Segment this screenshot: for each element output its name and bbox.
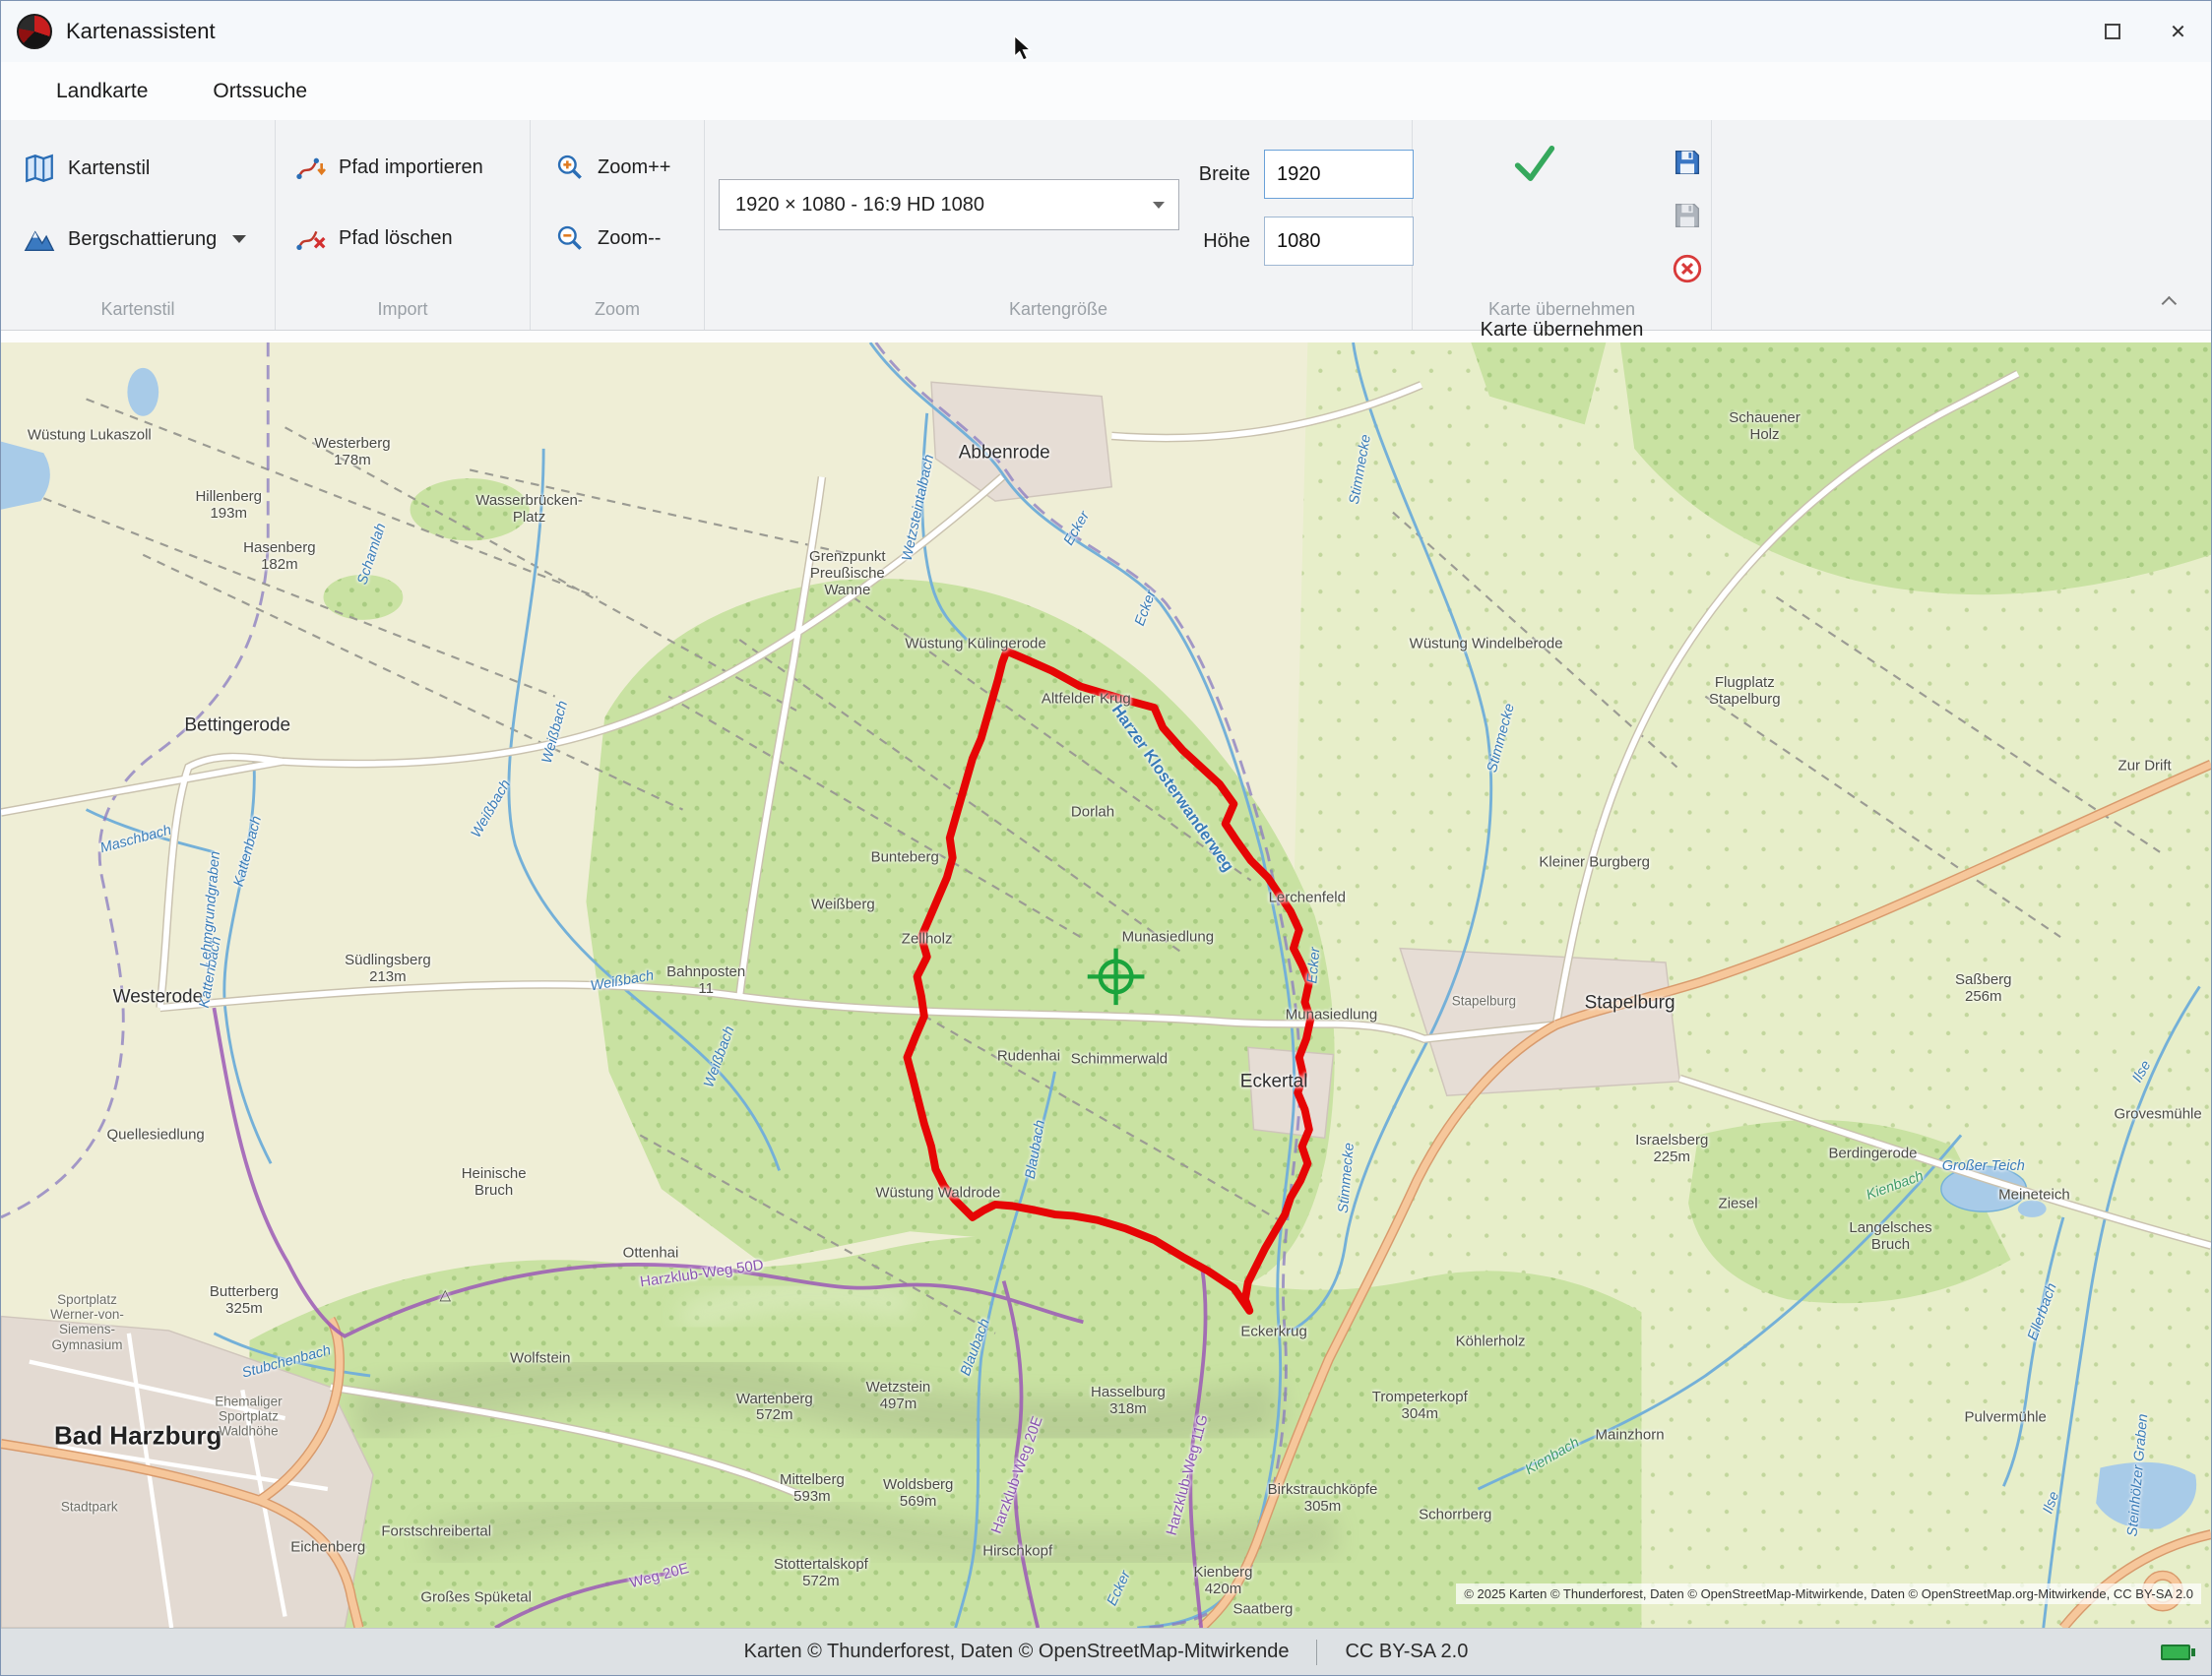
breite-input[interactable]	[1264, 150, 1414, 199]
cancel-button[interactable]	[1671, 252, 1704, 288]
map-size-select[interactable]: 1920 × 1080 - 16:9 HD 1080	[719, 179, 1179, 230]
maximize-icon	[2105, 24, 2120, 39]
apply-map-button[interactable]	[1507, 138, 1562, 192]
map-attribution: © 2025 Karten © Thunderforest, Daten © O…	[1456, 1583, 2201, 1604]
breite-label: Breite	[1175, 163, 1250, 186]
ribbon: Kartenstil Bergschattierung Kartenstil	[1, 120, 2211, 331]
mountain-icon	[23, 222, 56, 256]
hoehe-input[interactable]	[1264, 217, 1414, 266]
maximize-button[interactable]	[2079, 1, 2145, 62]
status-divider	[1316, 1640, 1317, 1665]
zoom-out-button[interactable]: Zoom--	[554, 222, 661, 254]
ribbon-group-kartenstil: Kartenstil Bergschattierung Kartenstil	[1, 120, 276, 330]
path-delete-icon	[295, 222, 327, 254]
chevron-down-icon	[232, 235, 246, 243]
ribbon-group-uebernehmen: Karte übernehmen und schließen Karte übe…	[1413, 120, 1712, 330]
group-label-kartenstil: Kartenstil	[1, 299, 275, 320]
ribbon-map-gap	[1, 331, 2211, 342]
zoom-in-button[interactable]: Zoom++	[554, 152, 670, 183]
map-icon	[23, 152, 56, 185]
group-label-uebernehmen: Karte übernehmen	[1413, 299, 1711, 320]
ribbon-group-kartengroesse: 1920 × 1080 - 16:9 HD 1080 Breite Höhe K…	[705, 120, 1413, 330]
collapse-ribbon-button[interactable]	[2158, 292, 2183, 312]
map-canvas[interactable]: Wüstung LukaszollWesterberg 178mHillenbe…	[1, 342, 2211, 1628]
hoehe-label: Höhe	[1175, 230, 1250, 253]
checkmark-icon	[1507, 138, 1562, 189]
app-window: Kartenassistent ✕ Landkarte Ortssuche Ka…	[0, 0, 2212, 1676]
ribbon-group-save	[1712, 120, 2211, 330]
zoom-in-icon	[554, 152, 586, 183]
kartenstil-button[interactable]: Kartenstil	[23, 152, 150, 185]
tab-landkarte[interactable]: Landkarte	[52, 72, 152, 111]
group-label-zoom: Zoom	[531, 299, 704, 320]
battery-icon	[2161, 1645, 2195, 1660]
pfad-importieren-button[interactable]: Pfad importieren	[295, 152, 483, 183]
chevron-down-icon	[1153, 202, 1165, 209]
cancel-circle-icon	[1671, 252, 1704, 285]
ribbon-group-import: Pfad importieren Pfad löschen Import	[276, 120, 531, 330]
status-bar: Karten © Thunderforest, Daten © OpenStre…	[1, 1628, 2211, 1675]
path-import-icon	[295, 152, 327, 183]
save-icon	[1671, 146, 1704, 179]
status-license: CC BY-SA 2.0	[1345, 1641, 1468, 1663]
zoom-out-icon	[554, 222, 586, 254]
status-attribution: Karten © Thunderforest, Daten © OpenStre…	[744, 1641, 1290, 1663]
group-label-import: Import	[276, 299, 530, 320]
title-bar: Kartenassistent ✕	[1, 1, 2211, 62]
app-icon	[17, 14, 52, 49]
ribbon-tabs: Landkarte Ortssuche	[1, 62, 2211, 120]
basemap-svg	[1, 342, 2211, 1628]
chevron-up-icon	[2161, 295, 2177, 311]
window-title: Kartenassistent	[66, 19, 216, 44]
bergschattierung-button[interactable]: Bergschattierung	[23, 222, 246, 256]
close-button[interactable]: ✕	[2145, 1, 2211, 62]
save-button[interactable]	[1671, 146, 1704, 182]
save-disabled-icon	[1671, 199, 1704, 232]
pfad-loeschen-button[interactable]: Pfad löschen	[295, 222, 453, 254]
group-label-kartengroesse: Kartengröße	[705, 299, 1412, 320]
tab-ortssuche[interactable]: Ortssuche	[209, 72, 311, 111]
save-as-button-disabled	[1671, 199, 1704, 235]
ribbon-group-zoom: Zoom++ Zoom-- Zoom	[531, 120, 705, 330]
